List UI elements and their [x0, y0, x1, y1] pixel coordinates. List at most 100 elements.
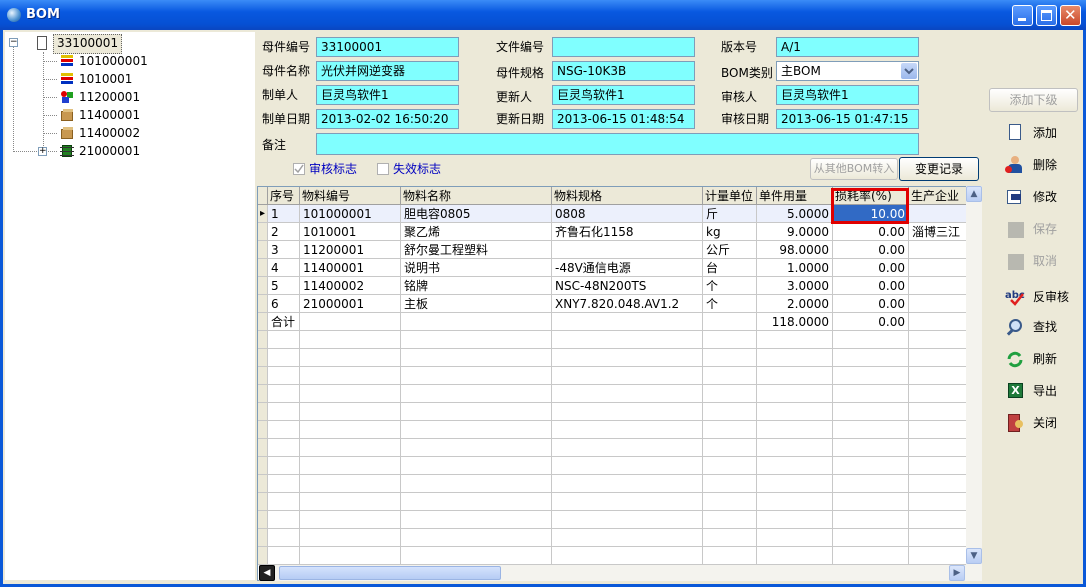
table-row-cell[interactable]: NSC-48N200TS: [552, 277, 703, 295]
row-indicator[interactable]: [258, 259, 268, 277]
file-no-field[interactable]: [552, 37, 695, 57]
row-indicator[interactable]: ▸: [258, 205, 268, 223]
table-row-cell[interactable]: XNY7.820.048.AV1.2: [552, 295, 703, 313]
tree-item[interactable]: 101000001: [79, 52, 148, 70]
bom-type-select[interactable]: 主BOM: [776, 61, 919, 81]
total-row-cell[interactable]: 0.00: [833, 313, 909, 331]
empty-cell[interactable]: [833, 331, 909, 349]
empty-cell[interactable]: [757, 511, 833, 529]
empty-cell[interactable]: [268, 421, 300, 439]
empty-cell[interactable]: [300, 493, 401, 511]
empty-cell[interactable]: [703, 421, 757, 439]
row-indicator[interactable]: [258, 421, 268, 439]
empty-cell[interactable]: [703, 475, 757, 493]
empty-cell[interactable]: [268, 367, 300, 385]
table-row-cell[interactable]: 胆电容0805: [401, 205, 552, 223]
row-indicator[interactable]: [258, 277, 268, 295]
parent-spec-field[interactable]: NSG-10K3B: [552, 61, 695, 81]
empty-cell[interactable]: [552, 367, 703, 385]
empty-cell[interactable]: [703, 493, 757, 511]
table-row-cell[interactable]: 台: [703, 259, 757, 277]
tree-root-item[interactable]: 33100001: [53, 34, 123, 54]
total-row-cell[interactable]: [401, 313, 552, 331]
empty-cell[interactable]: [401, 511, 552, 529]
tree-item[interactable]: 21000001: [79, 142, 140, 160]
empty-cell[interactable]: [552, 547, 703, 565]
total-row-cell[interactable]: 118.0000: [757, 313, 833, 331]
total-row-cell[interactable]: [300, 313, 401, 331]
grid-column-header[interactable]: 序号: [268, 187, 300, 205]
empty-cell[interactable]: [552, 493, 703, 511]
table-row-cell[interactable]: 0.00: [833, 295, 909, 313]
table-row-cell[interactable]: 3.0000: [757, 277, 833, 295]
empty-cell[interactable]: [401, 439, 552, 457]
create-date-field[interactable]: 2013-02-02 16:50:20: [316, 109, 459, 129]
table-row-cell[interactable]: 11400002: [300, 277, 401, 295]
empty-cell[interactable]: [401, 331, 552, 349]
empty-cell[interactable]: [757, 457, 833, 475]
add-sub-level-button[interactable]: 添加下级: [989, 88, 1078, 112]
empty-cell[interactable]: [401, 385, 552, 403]
empty-cell[interactable]: [268, 547, 300, 565]
empty-cell[interactable]: [552, 439, 703, 457]
empty-cell[interactable]: [833, 529, 909, 547]
remark-field[interactable]: [316, 133, 919, 155]
table-row-cell[interactable]: [552, 241, 703, 259]
empty-cell[interactable]: [757, 331, 833, 349]
table-row-cell[interactable]: 铭牌: [401, 277, 552, 295]
grid-column-header[interactable]: 物料规格: [552, 187, 703, 205]
table-row-cell[interactable]: 11200001: [300, 241, 401, 259]
table-row-cell[interactable]: 2: [268, 223, 300, 241]
row-indicator[interactable]: [258, 511, 268, 529]
empty-cell[interactable]: [703, 385, 757, 403]
table-row-cell[interactable]: 0808: [552, 205, 703, 223]
minimize-button[interactable]: [1012, 5, 1033, 26]
empty-cell[interactable]: [833, 439, 909, 457]
empty-cell[interactable]: [552, 511, 703, 529]
row-indicator[interactable]: [258, 475, 268, 493]
empty-cell[interactable]: [401, 421, 552, 439]
empty-cell[interactable]: [300, 385, 401, 403]
empty-cell[interactable]: [268, 457, 300, 475]
row-indicator[interactable]: [258, 349, 268, 367]
empty-cell[interactable]: [833, 421, 909, 439]
table-row-cell[interactable]: 6: [268, 295, 300, 313]
table-row-cell[interactable]: 0.00: [833, 223, 909, 241]
empty-cell[interactable]: [268, 385, 300, 403]
empty-cell[interactable]: [703, 547, 757, 565]
tree-item[interactable]: 11400002: [79, 124, 140, 142]
chevron-down-icon[interactable]: [901, 63, 917, 79]
empty-cell[interactable]: [833, 475, 909, 493]
empty-cell[interactable]: [757, 493, 833, 511]
scroll-left-icon[interactable]: ◀: [259, 565, 275, 581]
empty-cell[interactable]: [833, 511, 909, 529]
empty-cell[interactable]: [300, 547, 401, 565]
table-row-cell[interactable]: 0.00: [833, 241, 909, 259]
empty-cell[interactable]: [552, 457, 703, 475]
vertical-scrollbar[interactable]: ▲ ▼: [966, 186, 982, 581]
empty-cell[interactable]: [703, 349, 757, 367]
bom-grid[interactable]: 序号 物料编号 物料名称 物料规格 计量单位 单件用量 损耗率(%) 生产企业 ▸ 1 101000…: [257, 186, 981, 581]
empty-cell[interactable]: [300, 439, 401, 457]
empty-cell[interactable]: [300, 475, 401, 493]
table-row-cell[interactable]: 3: [268, 241, 300, 259]
audit-flag-checkbox[interactable]: [293, 163, 305, 175]
empty-cell[interactable]: [703, 331, 757, 349]
expand-expander-icon[interactable]: +: [38, 147, 47, 156]
bom-tree[interactable]: − 33100001 101000001 1010001 11200001 11…: [5, 32, 255, 580]
table-row-cell[interactable]: 公斤: [703, 241, 757, 259]
row-indicator[interactable]: [258, 367, 268, 385]
empty-cell[interactable]: [552, 421, 703, 439]
horizontal-scroll-thumb[interactable]: [279, 566, 501, 580]
empty-cell[interactable]: [300, 367, 401, 385]
empty-cell[interactable]: [757, 529, 833, 547]
table-row-cell[interactable]: 齐鲁石化1158: [552, 223, 703, 241]
tree-item[interactable]: 11200001: [79, 88, 140, 106]
empty-cell[interactable]: [552, 403, 703, 421]
empty-cell[interactable]: [703, 511, 757, 529]
empty-cell[interactable]: [268, 439, 300, 457]
row-indicator[interactable]: [258, 385, 268, 403]
row-indicator[interactable]: [258, 529, 268, 547]
empty-cell[interactable]: [703, 367, 757, 385]
table-row-cell[interactable]: kg: [703, 223, 757, 241]
